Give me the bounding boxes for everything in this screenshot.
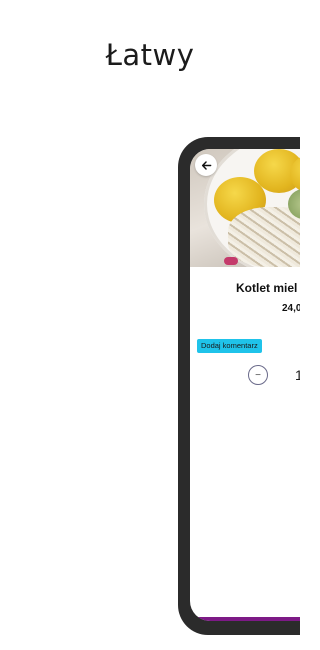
dish-price: 24,0	[282, 303, 300, 314]
beet-garnish	[224, 257, 238, 265]
dish-name: Kotlet miel	[236, 281, 298, 295]
bottom-bar	[190, 617, 300, 621]
promo-headline: Łatwy	[105, 38, 195, 72]
add-comment-button[interactable]: Dodaj komentarz	[197, 339, 262, 353]
arrow-left-icon	[201, 160, 211, 170]
salad	[228, 207, 300, 267]
app-screen: Kotlet miel 24,0 Dodaj komentarz − 1	[190, 149, 300, 621]
decrease-quantity-button[interactable]: −	[248, 365, 268, 385]
promo-screenshot: Łatwy Kotlet miel 24,0 Dodaj komentarz −…	[0, 0, 300, 650]
quantity-value: 1	[295, 367, 300, 383]
back-button[interactable]	[195, 154, 217, 176]
